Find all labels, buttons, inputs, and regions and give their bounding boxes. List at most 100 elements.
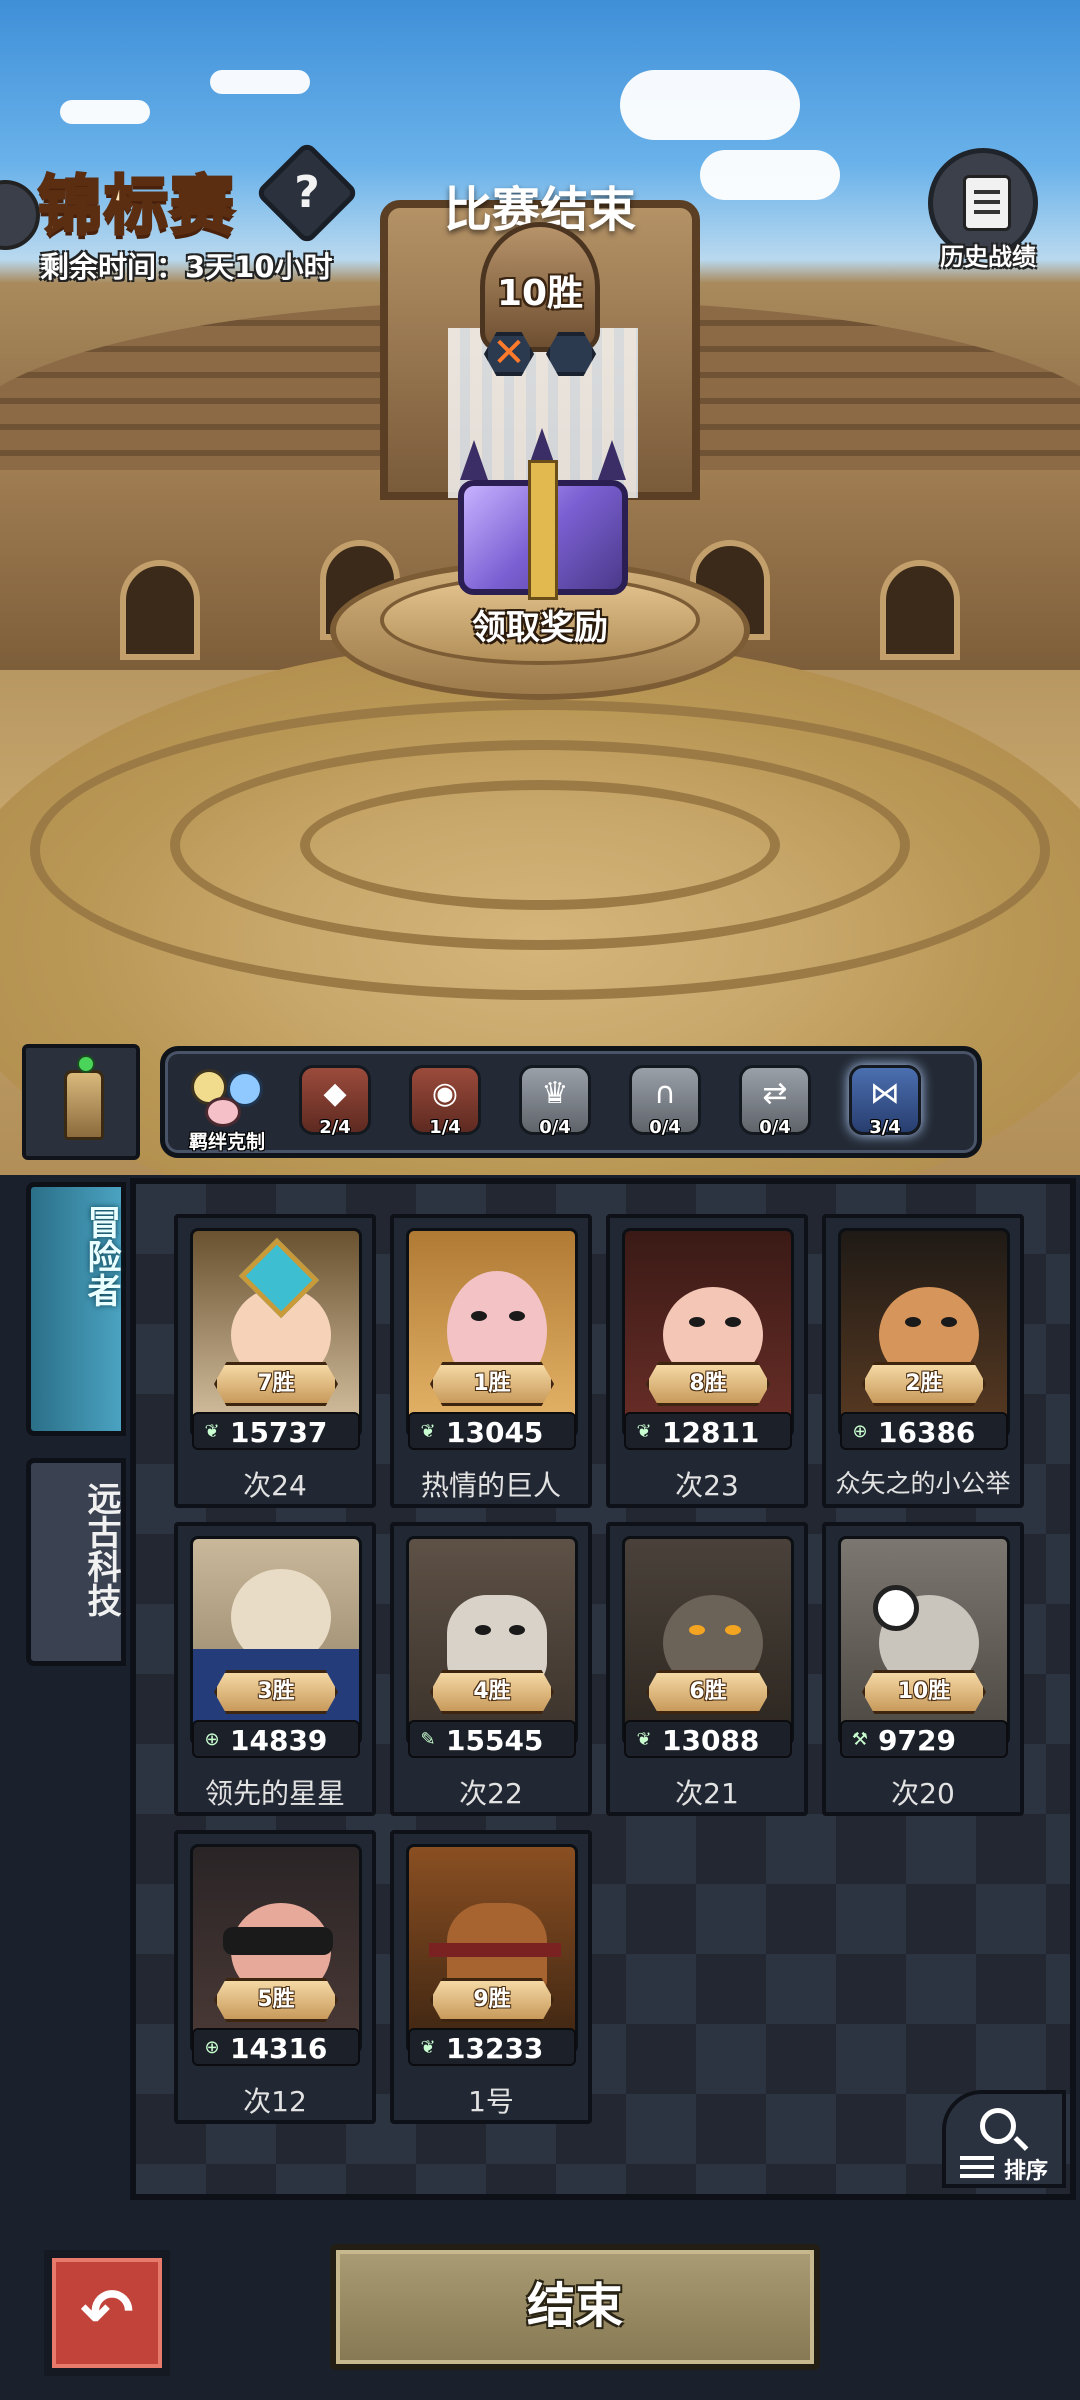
magnifier-icon — [980, 2108, 1016, 2144]
hero-name: 众矢之的小公举 — [835, 1469, 1011, 1498]
synergy-label: 羁绊克制 — [188, 1131, 265, 1153]
hero-name: 次23 — [675, 1469, 739, 1502]
synergy-item[interactable]: ◆ 2/4 — [295, 1065, 375, 1145]
hero-name: 1号 — [468, 2085, 514, 2118]
hero-card[interactable]: 4胜 ✎ 15545 次22 — [390, 1522, 592, 1816]
hero-card[interactable]: 10胜 ⚒ 9729 次20 — [822, 1522, 1024, 1816]
power-value: 16386 — [878, 1416, 976, 1449]
hero-portrait — [190, 1228, 362, 1438]
eye-icon — [475, 1625, 491, 1635]
hero-portrait — [838, 1228, 1010, 1438]
hero-power: ✎ 15545 — [408, 1720, 576, 1758]
hero-card[interactable]: 3胜 ⊕ 14839 领先的星星 — [174, 1522, 376, 1816]
hero-wins-badge: 3胜 — [214, 1670, 338, 1714]
target-icon: ⊕ — [852, 1421, 868, 1442]
back-arrow-icon: ↶ — [80, 2276, 134, 2350]
hero-name: 领先的星星 — [204, 1777, 345, 1810]
synergy-bar: 羁绊克制 ◆ 2/4 ◉ 1/4 ♛ 0/4 ∩ 0/4 ⇄ 0/4 ⋈ 3/4 — [160, 1046, 982, 1158]
hero-portrait — [190, 1844, 362, 2054]
power-value: 14316 — [230, 2032, 328, 2065]
synergy-count: 0/4 — [649, 1117, 681, 1138]
sort-label: 排序 — [1004, 2159, 1049, 2184]
eye-icon — [471, 1311, 487, 1321]
hero-portrait — [406, 1844, 578, 2054]
eye-icon — [689, 1317, 705, 1327]
tab-label: 冒险者 — [81, 1205, 121, 1307]
synergy-item[interactable]: ⋈ 3/4 — [845, 1065, 925, 1145]
leaf-icon: ❦ — [420, 2037, 436, 2058]
hero-portrait — [622, 1536, 794, 1746]
synergy-count: 0/4 — [759, 1117, 791, 1138]
hero-power: ⊕ 16386 — [840, 1412, 1008, 1450]
synergy-counter-button[interactable] — [187, 1061, 277, 1131]
hero-wins-badge: 1胜 — [430, 1362, 554, 1406]
target-icon: ⊕ — [204, 2037, 220, 2058]
synergy-count: 3/4 — [869, 1117, 901, 1138]
tower-icon — [64, 1055, 104, 1140]
hero-portrait — [838, 1536, 1010, 1746]
hero-wins-badge: 2胜 — [862, 1362, 986, 1406]
hero-name: 次24 — [243, 1469, 307, 1502]
chest-strap — [528, 460, 558, 600]
cloud — [620, 70, 800, 140]
chest-spike — [598, 440, 626, 480]
hero-wins-badge: 10胜 — [862, 1670, 986, 1714]
list-icon — [960, 2156, 994, 2160]
bubble-icon — [205, 1097, 241, 1127]
goggles-icon — [223, 1927, 333, 1955]
synergy-count: 1/4 — [429, 1117, 461, 1138]
back-button[interactable]: ↶ — [44, 2250, 170, 2376]
hero-portrait — [406, 1536, 578, 1746]
big-eye-icon — [873, 1585, 919, 1631]
synergy-count: 0/4 — [539, 1117, 571, 1138]
leaf-icon: ❦ — [636, 1421, 652, 1442]
cloud — [60, 100, 150, 124]
tab-adventurers[interactable]: 冒险者 — [26, 1182, 126, 1436]
synergy-item[interactable]: ◉ 1/4 — [405, 1065, 485, 1145]
tab-ancient-tech[interactable]: 远古科技 — [26, 1458, 126, 1666]
synergy-item[interactable]: ♛ 0/4 — [515, 1065, 595, 1145]
leaf-icon: ❦ — [420, 1421, 436, 1442]
hero-card[interactable]: 9胜 ❦ 13233 1号 — [390, 1830, 592, 2124]
hero-power: ❦ 13045 — [408, 1412, 576, 1450]
hero-wins-badge: 6胜 — [646, 1670, 770, 1714]
history-label: 历史战绩 — [940, 243, 1036, 271]
power-value: 13233 — [446, 2032, 544, 2065]
hero-name: 次22 — [459, 1777, 523, 1810]
hero-card[interactable]: 7胜 ❦ 15737 次24 — [174, 1214, 376, 1508]
hero-power: ⊕ 14839 — [192, 1720, 360, 1758]
hero-power: ❦ 12811 — [624, 1412, 792, 1450]
hero-card[interactable]: 2胜 ⊕ 16386 众矢之的小公举 — [822, 1214, 1024, 1508]
synergy-item[interactable]: ⇄ 0/4 — [735, 1065, 815, 1145]
power-value: 12811 — [662, 1416, 760, 1449]
hero-power: ⚒ 9729 — [840, 1720, 1008, 1758]
hero-wins-badge: 5胜 — [214, 1978, 338, 2022]
scroll-icon — [963, 175, 1011, 231]
hero-card[interactable]: 1胜 ❦ 13045 热情的巨人 — [390, 1214, 592, 1508]
hero-name: 热情的巨人 — [420, 1469, 561, 1502]
synergy-item[interactable]: ∩ 0/4 — [625, 1065, 705, 1145]
hero-card[interactable]: 5胜 ⊕ 14316 次12 — [174, 1830, 376, 2124]
power-value: 14839 — [230, 1724, 328, 1757]
wrench-icon: ⚒ — [851, 1729, 869, 1750]
hero-wins-badge: 8胜 — [646, 1362, 770, 1406]
synergy-count: 2/4 — [319, 1117, 351, 1138]
hero-card[interactable]: 6胜 ❦ 13088 次21 — [606, 1522, 808, 1816]
hero-portrait — [622, 1228, 794, 1438]
hero-portrait — [406, 1228, 578, 1438]
visor — [429, 1943, 561, 1957]
feather-icon: ✎ — [420, 1729, 436, 1750]
eye-icon — [509, 1625, 525, 1635]
eye-icon — [725, 1317, 741, 1327]
eye-icon — [905, 1317, 921, 1327]
hero-power: ❦ 15737 — [192, 1412, 360, 1450]
hero-name: 次21 — [675, 1777, 739, 1810]
tab-label: 远古科技 — [81, 1481, 121, 1617]
end-button[interactable]: 结束 — [330, 2244, 820, 2370]
tower-button[interactable] — [22, 1044, 140, 1160]
hero-portrait — [190, 1536, 362, 1746]
reward-chest-button[interactable] — [448, 428, 638, 600]
chest-spike — [460, 440, 488, 480]
hero-power: ❦ 13233 — [408, 2028, 576, 2066]
hero-card[interactable]: 8胜 ❦ 12811 次23 — [606, 1214, 808, 1508]
